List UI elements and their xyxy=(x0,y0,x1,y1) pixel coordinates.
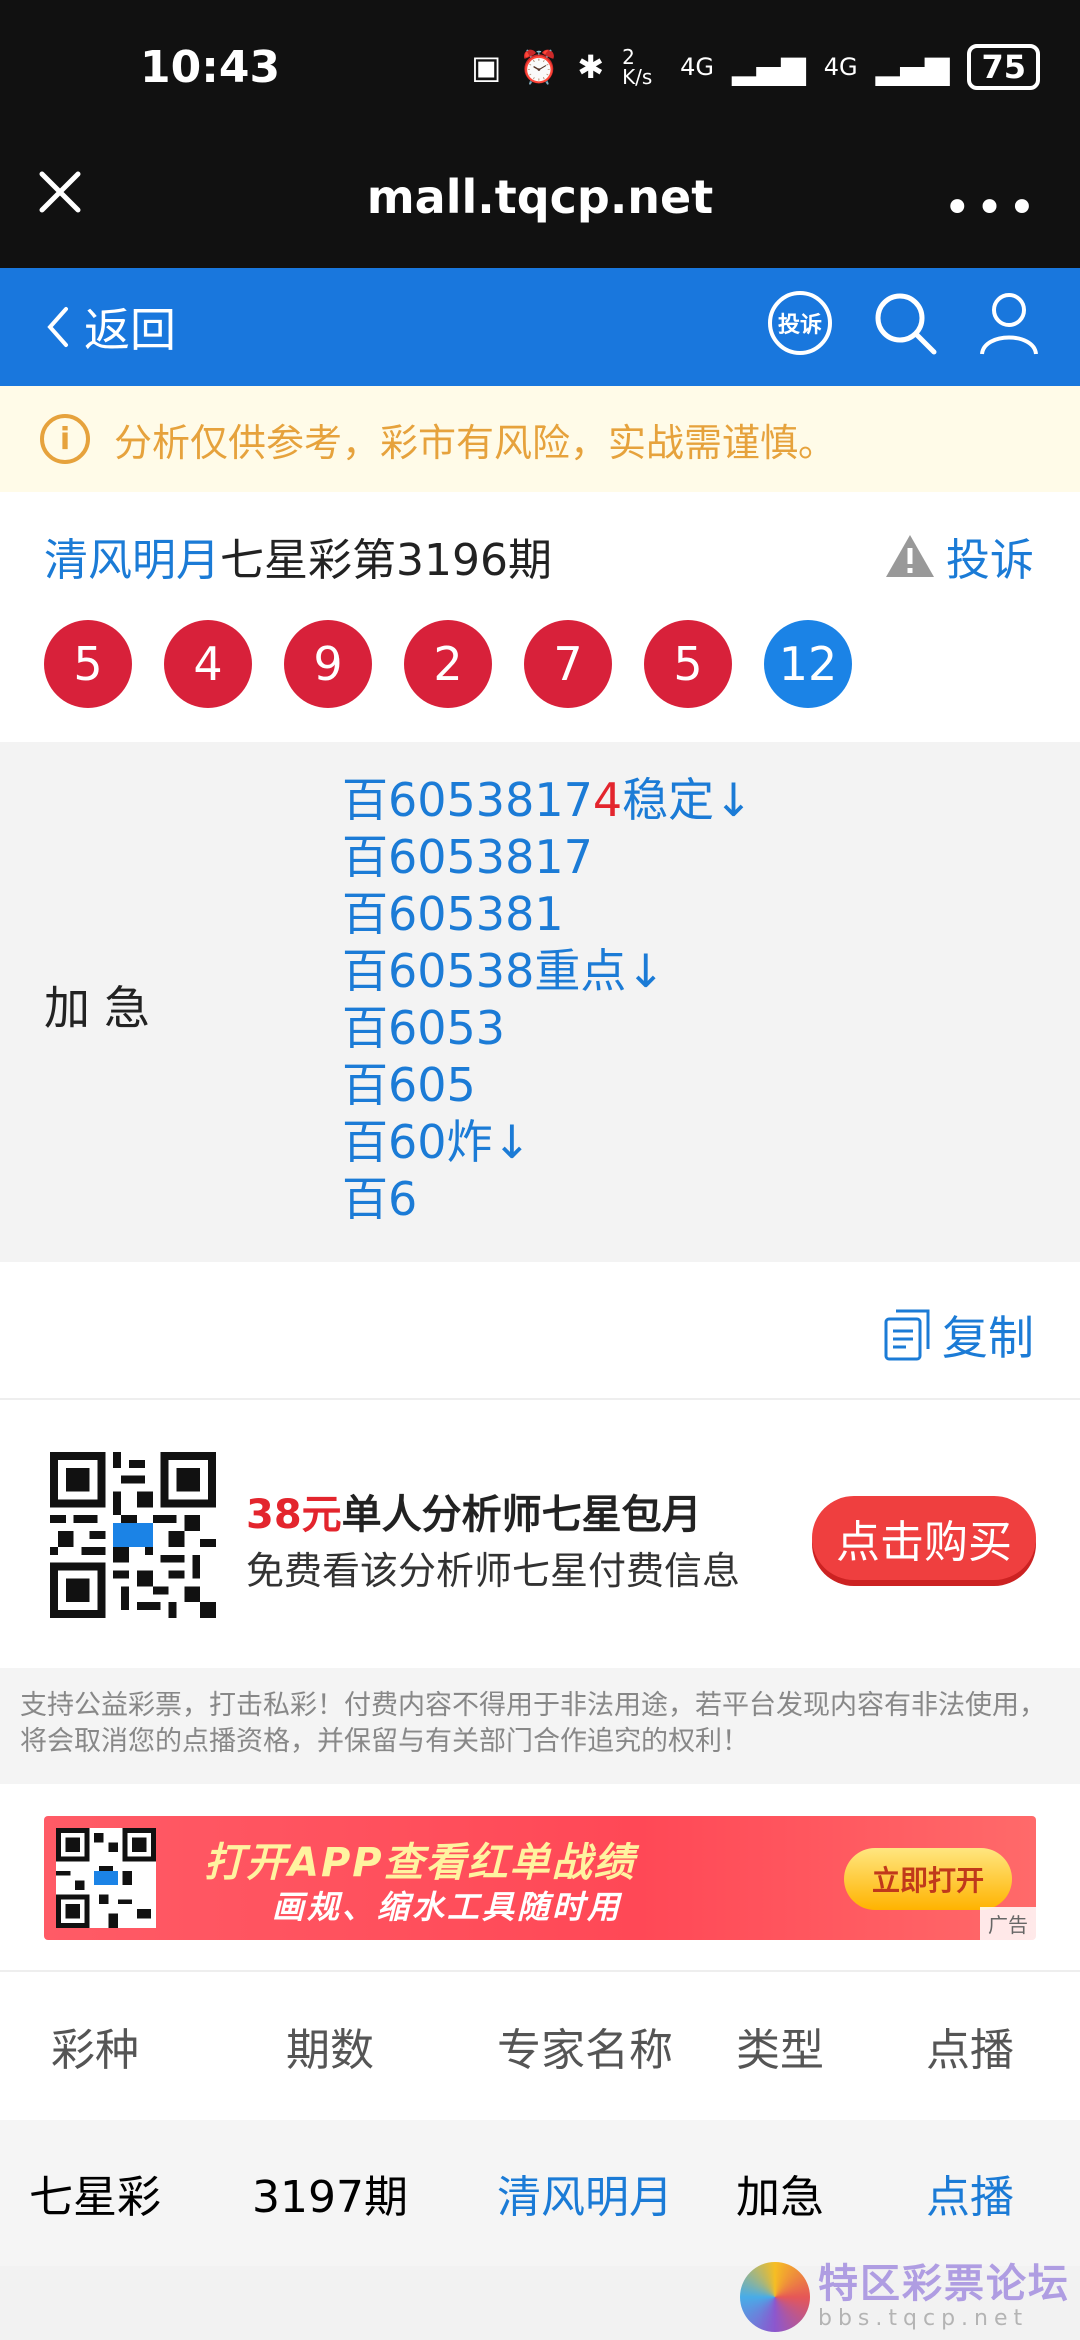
plan-line: 百6053817 xyxy=(342,830,593,884)
plan-line: 百60538174稳定↓ xyxy=(342,772,753,829)
table-header: 彩种 期数 专家名称 类型 点播 xyxy=(0,1970,1080,2120)
complain-icon-button[interactable]: 投诉 xyxy=(768,291,832,355)
cell-lottery: 七星彩 xyxy=(29,2172,161,2223)
plan-lines: 百60538174稳定↓ 百6053817 百605381 百60538重点↓ … xyxy=(342,772,753,1228)
plan-type-label: 加急 xyxy=(44,981,164,1035)
banner-subline: 画规、缩水工具随时用 xyxy=(272,1888,623,1926)
promo-price: 38元 xyxy=(246,1492,342,1538)
plan-line: 百605 xyxy=(342,1058,476,1112)
promo-title-text: 单人分析师七星包月 xyxy=(341,1492,702,1538)
notice-text: 分析仅供参考，彩市有风险，实战需谨慎。 xyxy=(114,420,837,465)
plan-line: 百6 xyxy=(342,1172,418,1226)
plan-content: 加急 百60538174稳定↓ 百6053817 百605381 百60538重… xyxy=(0,742,1080,1262)
result-ball: 9 xyxy=(284,620,372,708)
result-ball: 4 xyxy=(164,620,252,708)
info-icon: i xyxy=(40,414,90,464)
battery-level: 75 xyxy=(967,44,1040,90)
copy-icon xyxy=(884,1309,930,1361)
cell-expert-link[interactable]: 清风明月 xyxy=(470,2161,700,2225)
cell-issue: 3197期 xyxy=(252,2172,408,2223)
back-button[interactable]: 返回 xyxy=(44,294,176,360)
complain-label: 投诉 xyxy=(946,535,1034,586)
promo-subtitle: 免费看该分析师七星付费信息 xyxy=(246,1549,741,1593)
app-header: 返回 投诉 xyxy=(0,268,1080,386)
result-ball: 5 xyxy=(644,620,732,708)
plan-line-text: 百6053817 xyxy=(342,773,593,827)
alarm-icon: ⏰ xyxy=(519,48,560,86)
plan-line: 百6053 xyxy=(342,1001,506,1055)
net-speed: 2 K/s xyxy=(622,45,653,89)
column-header: 期数 xyxy=(286,2025,374,2076)
watermark-site: bbs.tqcp.net xyxy=(818,2306,1029,2331)
signal-2: 4G xyxy=(823,53,858,81)
order-link[interactable]: 点播 xyxy=(860,2161,1080,2225)
status-bar: 10:43 ▣ ⏰ ✱ 2 K/s 4G ▂▄▆ 4G ▂▄▆ 75 xyxy=(0,0,1080,140)
back-label: 返回 xyxy=(84,303,176,357)
column-header: 类型 xyxy=(736,2025,824,2076)
forum-watermark: 特区彩票论坛 bbs.tqcp.net xyxy=(740,2262,1070,2332)
plan-header: 清风明月七星彩第3196期 投诉 5 4 9 2 7 5 12 xyxy=(0,492,1080,742)
watermark-name: 特区彩票论坛 xyxy=(818,2261,1070,2307)
column-header: 彩种 xyxy=(51,2025,139,2076)
open-app-button[interactable]: 立即打开 xyxy=(844,1848,1012,1910)
plan-table: 彩种 期数 专家名称 类型 点播 七星彩 3197期 清风明月 加急 点播 xyxy=(0,1970,1080,2266)
browser-url: mall.tqcp.net xyxy=(366,170,714,224)
result-ball: 7 xyxy=(524,620,612,708)
author-name[interactable]: 清风明月 xyxy=(44,535,220,586)
plan-issue-title: 七星彩第3196期 xyxy=(220,535,552,586)
warning-icon xyxy=(886,535,934,577)
status-icons: ▣ ⏰ ✱ 2 K/s 4G ▂▄▆ 4G ▂▄▆ 75 xyxy=(471,44,1040,90)
result-ball: 2 xyxy=(404,620,492,708)
signal-1: 4G xyxy=(680,53,714,81)
copy-label: 复制 xyxy=(942,1311,1034,1365)
plan-line: 百605381 xyxy=(342,887,564,941)
column-header: 点播 xyxy=(926,2025,1014,2076)
buy-button[interactable]: 点击购买 xyxy=(812,1496,1036,1580)
risk-notice: i 分析仅供参考，彩市有风险，实战需谨慎。 xyxy=(0,386,1080,492)
search-icon[interactable] xyxy=(872,290,938,356)
promo-title: 38元单人分析师七星包月 xyxy=(246,1482,702,1540)
disclaimer-text: 支持公益彩票，打击私彩！付费内容不得用于非法用途，若平台发现内容有非法使用，将会… xyxy=(0,1668,1080,1784)
highlight-digit: 4 xyxy=(592,773,623,827)
plan-line-text: 稳定↓ xyxy=(622,773,753,827)
bluetooth-icon: ✱ xyxy=(577,48,605,86)
plan-line: 百60炸↓ xyxy=(342,1115,532,1169)
subscription-promo: 38元单人分析师七星包月 免费看该分析师七星付费信息 点击购买 xyxy=(0,1398,1080,1668)
cell-type: 加急 xyxy=(736,2172,824,2223)
copy-row: 复制 xyxy=(0,1262,1080,1398)
banner-headline: 打开APP查看红单战绩 xyxy=(204,1840,636,1886)
plan-line: 百60538重点↓ xyxy=(342,944,665,998)
more-menu-icon[interactable]: ••• xyxy=(943,180,1040,236)
nfc-icon: ▣ xyxy=(471,48,502,86)
plan-title: 清风明月七星彩第3196期 xyxy=(44,524,552,588)
app-ad-banner[interactable]: 打开APP查看红单战绩 画规、缩水工具随时用 立即打开 广告 xyxy=(44,1816,1036,1940)
qr-code-icon xyxy=(50,1452,216,1618)
chevron-left-icon xyxy=(47,307,68,347)
ad-banner-container: 打开APP查看红单战绩 画规、缩水工具随时用 立即打开 广告 xyxy=(0,1784,1080,1970)
browser-bar: mall.tqcp.net ••• xyxy=(0,140,1080,268)
special-ball: 12 xyxy=(764,620,852,708)
result-balls: 5 4 9 2 7 5 12 xyxy=(44,620,852,708)
status-time: 10:43 xyxy=(140,42,281,93)
complain-link[interactable]: 投诉 xyxy=(884,524,1034,588)
table-row: 七星彩 3197期 清风明月 加急 点播 xyxy=(0,2120,1080,2266)
result-ball: 5 xyxy=(44,620,132,708)
signal-bars-icon: ▂▄▆ xyxy=(731,48,806,86)
signal-bars-icon: ▂▄▆ xyxy=(875,48,950,86)
column-header: 专家名称 xyxy=(497,2025,673,2076)
copy-button[interactable]: 复制 xyxy=(884,1302,1034,1368)
banner-qr-code-icon xyxy=(56,1828,156,1928)
forum-logo-icon xyxy=(740,2262,810,2332)
user-icon[interactable] xyxy=(978,290,1040,356)
ad-tag: 广告 xyxy=(980,1907,1036,1940)
